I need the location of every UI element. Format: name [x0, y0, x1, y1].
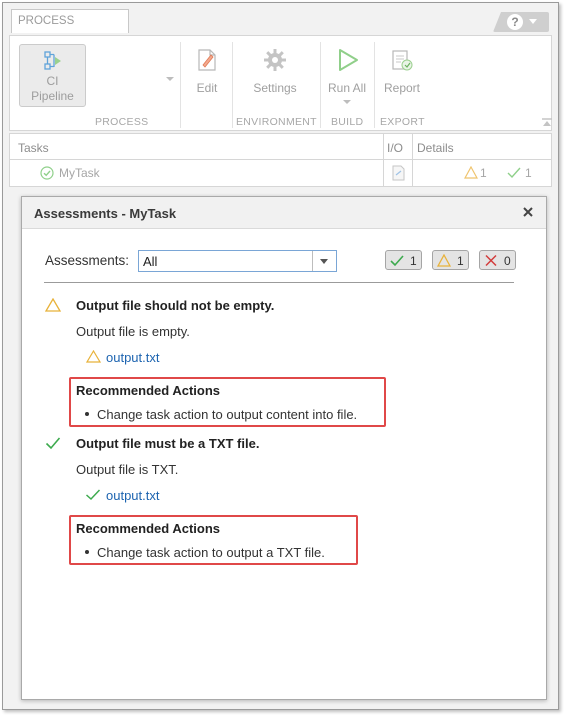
recommended-actions-box: Recommended Actions Change task action t… [69, 377, 386, 427]
assessments-filter-dropdown[interactable]: All [138, 250, 337, 272]
process-dropdown-icon[interactable] [166, 77, 174, 81]
fail-x-icon [485, 254, 497, 267]
app-title-tab: PROCESS ADVISOR [11, 9, 129, 50]
settings-button-label[interactable]: Settings [244, 81, 306, 95]
toolstrip: CI Pipeline Edit PROCESS Settings ENVIRO… [9, 35, 552, 131]
tasks-table: Tasks I/O Details MyTask 1 1 [9, 133, 552, 187]
recommended-actions-title: Recommended Actions [76, 383, 220, 398]
edit-icon[interactable] [196, 47, 218, 73]
dialog-header: Assessments - MyTask [22, 197, 546, 229]
passed-count: 1 [410, 254, 417, 268]
warning-triangle-icon [437, 254, 451, 267]
recommended-actions-box: Recommended Actions Change task action t… [69, 515, 358, 565]
task-status-pass-icon [40, 166, 54, 180]
pass-check-icon [390, 255, 404, 267]
section-title-environment: ENVIRONMENT [236, 116, 317, 128]
column-header-tasks[interactable]: Tasks [18, 141, 49, 155]
column-header-io[interactable]: I/O [387, 141, 403, 155]
chevron-down-icon [320, 259, 328, 264]
toolstrip-separator [232, 42, 233, 128]
chevron-down-icon [529, 19, 537, 24]
assessments-dialog: Assessments - MyTask Assessments: All 1 … [21, 196, 547, 700]
section-title-build: BUILD [331, 116, 364, 128]
divider [44, 282, 514, 283]
warning-count: 1 [480, 166, 487, 180]
close-icon[interactable] [522, 206, 534, 218]
assessment-title: Output file should not be empty. [76, 298, 275, 313]
collapse-toolstrip-icon[interactable] [542, 118, 552, 127]
pass-count: 1 [525, 166, 532, 180]
assessments-filter-value[interactable]: All [143, 254, 157, 269]
recommended-action-item: Change task action to output a TXT file. [85, 545, 325, 560]
pipeline-icon [44, 51, 61, 70]
task-name: MyTask [59, 166, 100, 180]
assessment-message: Output file is empty. [76, 324, 190, 339]
assessments-filter-label: Assessments: [45, 253, 130, 268]
toolstrip-separator [320, 42, 321, 128]
assessment-message: Output file is TXT. [76, 462, 179, 477]
run-all-button-label[interactable]: Run All [324, 81, 370, 95]
section-title-process: PROCESS [95, 116, 149, 128]
toolstrip-separator [374, 42, 375, 128]
warning-triangle-icon [45, 298, 61, 312]
edit-button-label[interactable]: Edit [186, 81, 228, 95]
run-all-dropdown-icon[interactable] [343, 100, 351, 104]
warnings-filter-badge[interactable]: 1 [432, 250, 469, 270]
column-header-details[interactable]: Details [417, 141, 454, 155]
ci-pipeline-label-line2: Pipeline [31, 89, 74, 103]
process-advisor-window: PROCESS ADVISOR ? CI Pipeline [2, 2, 559, 710]
pass-check-icon [45, 437, 61, 450]
ci-pipeline-button[interactable]: CI Pipeline [19, 44, 86, 107]
artifact-link[interactable]: output.txt [106, 488, 159, 503]
failed-count: 0 [504, 254, 511, 268]
tasks-table-header: Tasks I/O Details [10, 134, 551, 160]
ci-pipeline-label-line1: CI [46, 74, 59, 88]
title-bar: PROCESS ADVISOR ? [3, 3, 558, 50]
failed-filter-badge[interactable]: 0 [479, 250, 516, 270]
settings-gear-icon[interactable] [263, 48, 287, 72]
report-button-label[interactable]: Report [378, 81, 426, 95]
help-icon: ? [507, 14, 523, 30]
pass-check-icon [86, 489, 101, 501]
passed-filter-badge[interactable]: 1 [385, 250, 422, 270]
toolstrip-separator [180, 42, 181, 128]
help-button[interactable]: ? [493, 12, 549, 32]
io-document-icon[interactable] [392, 165, 405, 181]
dialog-title: Assessments - MyTask [34, 206, 177, 221]
table-row[interactable]: MyTask 1 1 [10, 161, 551, 186]
warnings-count: 1 [457, 254, 464, 268]
assessment-title: Output file must be a TXT file. [76, 436, 260, 451]
run-all-play-icon[interactable] [337, 48, 359, 72]
pass-check-icon [507, 167, 521, 179]
warning-triangle-icon [464, 166, 478, 179]
recommended-action-item: Change task action to output content int… [85, 407, 357, 422]
section-title-export: EXPORT [380, 116, 425, 128]
report-icon[interactable] [390, 47, 414, 73]
artifact-link[interactable]: output.txt [106, 350, 159, 365]
recommended-actions-title: Recommended Actions [76, 521, 220, 536]
dropdown-toggle[interactable] [312, 251, 336, 271]
warning-triangle-icon [86, 350, 101, 363]
